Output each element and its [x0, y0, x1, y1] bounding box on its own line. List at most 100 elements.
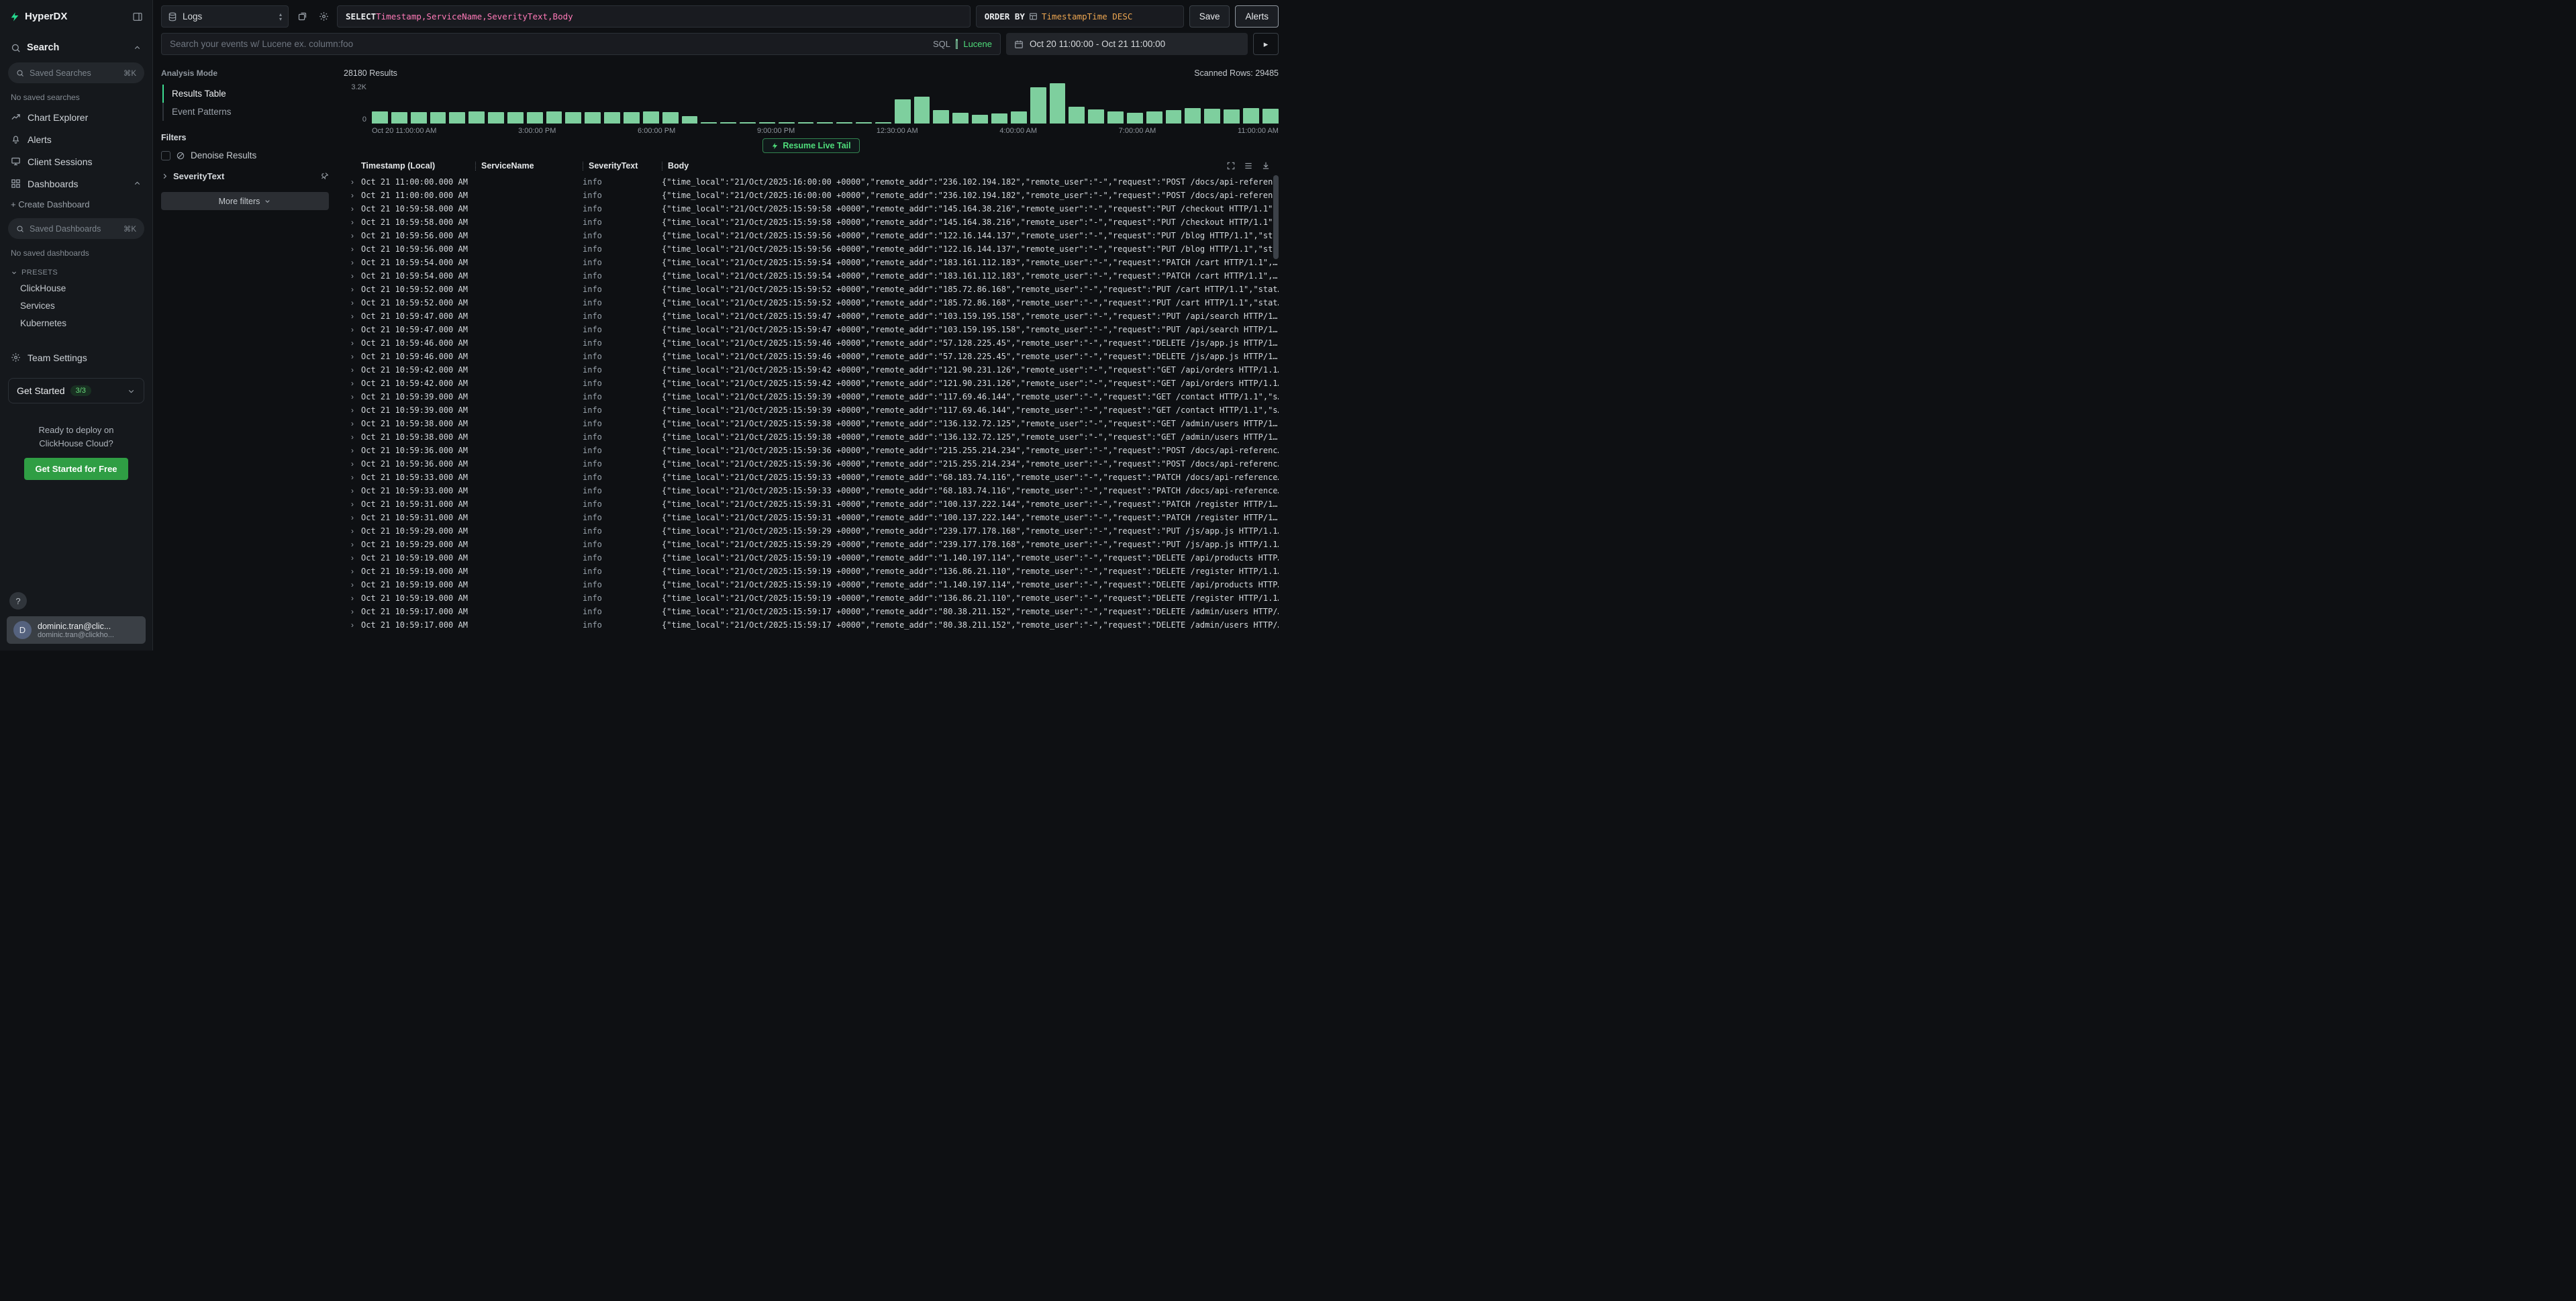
row-expand-chevron[interactable]: › [344, 459, 361, 469]
table-row[interactable]: ›Oct 21 10:59:19.000 AMinfo{"time_local"… [344, 565, 1279, 578]
table-scrollbar[interactable] [1273, 175, 1279, 259]
pin-icon[interactable] [320, 172, 329, 181]
table-row[interactable]: ›Oct 21 10:59:46.000 AMinfo{"time_local"… [344, 350, 1279, 363]
histogram-bar[interactable] [488, 112, 504, 124]
sidebar-item-chart-explorer[interactable]: Chart Explorer [0, 106, 152, 128]
histogram-bar[interactable] [1107, 111, 1124, 124]
table-row[interactable]: ›Oct 21 10:59:38.000 AMinfo{"time_local"… [344, 417, 1279, 430]
histogram-bar[interactable] [1088, 109, 1104, 124]
histogram-bar[interactable] [411, 112, 427, 124]
table-row[interactable]: ›Oct 21 10:59:56.000 AMinfo{"time_local"… [344, 242, 1279, 256]
row-expand-chevron[interactable]: › [344, 540, 361, 549]
histogram-bar[interactable] [372, 111, 388, 124]
table-row[interactable]: ›Oct 21 10:59:36.000 AMinfo{"time_local"… [344, 444, 1279, 457]
row-expand-chevron[interactable]: › [344, 177, 361, 187]
resume-live-tail-button[interactable]: Resume Live Tail [762, 138, 859, 153]
create-dashboard-link[interactable]: + Create Dashboard [0, 195, 152, 214]
histogram-bar[interactable] [798, 122, 814, 124]
histogram-bar[interactable] [856, 122, 872, 124]
histogram-bar[interactable] [624, 112, 640, 124]
row-expand-chevron[interactable]: › [344, 244, 361, 254]
table-row[interactable]: ›Oct 21 10:59:17.000 AMinfo{"time_local"… [344, 618, 1279, 632]
row-expand-chevron[interactable]: › [344, 405, 361, 415]
row-expand-chevron[interactable]: › [344, 526, 361, 536]
table-row[interactable]: ›Oct 21 10:59:19.000 AMinfo{"time_local"… [344, 578, 1279, 591]
help-button[interactable]: ? [9, 592, 27, 610]
histogram-bar[interactable] [991, 113, 1007, 124]
select-columns-input[interactable]: SELECT Timestamp,ServiceName,SeverityTex… [337, 5, 971, 28]
row-expand-chevron[interactable]: › [344, 580, 361, 589]
table-row[interactable]: ›Oct 21 10:59:19.000 AMinfo{"time_local"… [344, 591, 1279, 605]
facet-severitytext[interactable]: SeverityText [161, 171, 329, 181]
save-button[interactable]: Save [1189, 5, 1230, 28]
row-expand-chevron[interactable]: › [344, 620, 361, 630]
histogram-bar[interactable] [720, 122, 736, 124]
checkbox[interactable] [161, 151, 170, 160]
histogram-bar[interactable] [643, 111, 659, 124]
histogram-bar[interactable] [1166, 110, 1182, 124]
histogram-bar[interactable] [759, 122, 775, 124]
histogram-bar[interactable] [391, 112, 407, 124]
row-expand-chevron[interactable]: › [344, 567, 361, 576]
preset-kubernetes[interactable]: Kubernetes [0, 314, 152, 332]
row-expand-chevron[interactable]: › [344, 553, 361, 563]
row-expand-chevron[interactable]: › [344, 298, 361, 307]
histogram-bar[interactable] [972, 115, 988, 124]
saved-dashboards-input[interactable]: Saved Dashboards ⌘K [8, 218, 144, 239]
histogram-bar[interactable] [527, 112, 543, 124]
row-expand-chevron[interactable]: › [344, 593, 361, 603]
gear-icon[interactable] [315, 9, 332, 25]
table-row[interactable]: ›Oct 21 10:59:36.000 AMinfo{"time_local"… [344, 457, 1279, 471]
table-row[interactable]: ›Oct 21 11:00:00.000 AMinfo{"time_local"… [344, 189, 1279, 202]
row-expand-chevron[interactable]: › [344, 191, 361, 200]
histogram-bar[interactable] [933, 110, 949, 124]
histogram-bar[interactable] [1146, 111, 1162, 124]
row-expand-chevron[interactable]: › [344, 365, 361, 375]
get-started-free-button[interactable]: Get Started for Free [24, 458, 128, 480]
row-density-icon[interactable] [1244, 161, 1253, 171]
histogram-bar[interactable] [1262, 109, 1279, 124]
histogram-bar[interactable] [565, 112, 581, 124]
preset-clickhouse[interactable]: ClickHouse [0, 279, 152, 297]
histogram-bar[interactable] [682, 116, 698, 124]
histogram-bar[interactable] [604, 112, 620, 124]
column-timestamp[interactable]: Timestamp (Local) [361, 161, 475, 171]
table-row[interactable]: ›Oct 21 10:59:42.000 AMinfo{"time_local"… [344, 377, 1279, 390]
histogram-bar[interactable] [952, 113, 969, 124]
histogram-bar[interactable] [1224, 109, 1240, 124]
histogram-bar[interactable] [701, 122, 717, 124]
row-expand-chevron[interactable]: › [344, 271, 361, 281]
table-row[interactable]: ›Oct 21 10:59:47.000 AMinfo{"time_local"… [344, 323, 1279, 336]
source-select[interactable]: Logs ▴▾ [161, 5, 289, 28]
table-row[interactable]: ›Oct 21 10:59:31.000 AMinfo{"time_local"… [344, 497, 1279, 511]
histogram-bar[interactable] [779, 122, 795, 124]
mode-event-patterns[interactable]: Event Patterns [162, 103, 329, 121]
saved-searches-input[interactable]: Saved Searches ⌘K [8, 62, 144, 83]
sidebar-item-alerts[interactable]: Alerts [0, 128, 152, 150]
row-expand-chevron[interactable]: › [344, 392, 361, 401]
histogram-bar[interactable] [895, 99, 911, 124]
table-row[interactable]: ›Oct 21 11:00:00.000 AMinfo{"time_local"… [344, 175, 1279, 189]
table-row[interactable]: ›Oct 21 10:59:33.000 AMinfo{"time_local"… [344, 484, 1279, 497]
row-expand-chevron[interactable]: › [344, 218, 361, 227]
row-expand-chevron[interactable]: › [344, 473, 361, 482]
collapse-sidebar-icon[interactable] [132, 11, 143, 22]
table-row[interactable]: ›Oct 21 10:59:52.000 AMinfo{"time_local"… [344, 296, 1279, 309]
histogram-bar[interactable] [1185, 108, 1201, 124]
row-expand-chevron[interactable]: › [344, 419, 361, 428]
histogram-bar[interactable] [1050, 83, 1066, 124]
histogram-bar[interactable] [740, 122, 756, 124]
table-row[interactable]: ›Oct 21 10:59:31.000 AMinfo{"time_local"… [344, 511, 1279, 524]
table-row[interactable]: ›Oct 21 10:59:54.000 AMinfo{"time_local"… [344, 256, 1279, 269]
row-expand-chevron[interactable]: › [344, 352, 361, 361]
row-expand-chevron[interactable]: › [344, 311, 361, 321]
row-expand-chevron[interactable]: › [344, 231, 361, 240]
histogram-bar[interactable] [449, 112, 465, 124]
table-row[interactable]: ›Oct 21 10:59:54.000 AMinfo{"time_local"… [344, 269, 1279, 283]
order-by-input[interactable]: ORDER BY TimestampTime DESC [976, 5, 1184, 28]
get-started-toggle[interactable]: Get Started 3/3 [8, 378, 144, 403]
mode-results-table[interactable]: Results Table [162, 85, 329, 103]
sidebar-section-search[interactable]: Search [0, 33, 152, 58]
histogram-bar[interactable] [662, 112, 679, 124]
histogram-bar[interactable] [836, 122, 852, 124]
